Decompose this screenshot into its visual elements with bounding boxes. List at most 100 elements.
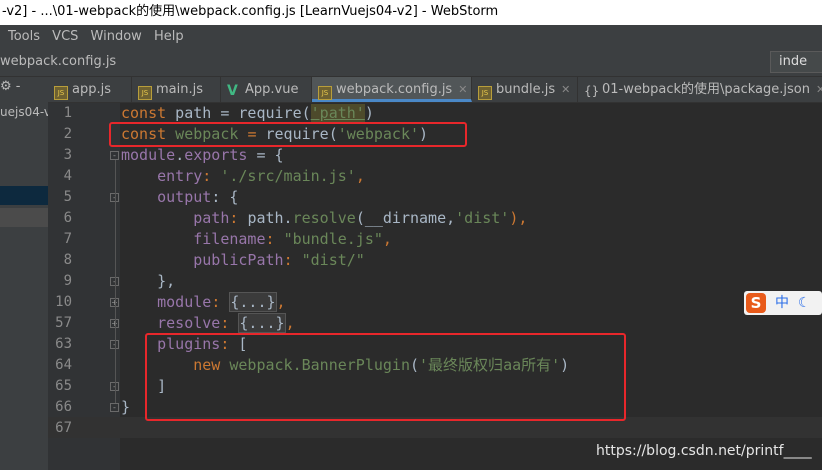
code-line-57[interactable]: resolve: {...}, <box>121 313 822 334</box>
code-token: 'dist' <box>455 209 510 227</box>
line-number: 8 <box>63 252 72 268</box>
code-line-7[interactable]: filename: "bundle.js", <box>121 229 822 250</box>
code-line-6[interactable]: path: path.resolve(__dirname,'dist'), <box>121 208 822 229</box>
run-config-selector[interactable]: inde <box>770 51 822 73</box>
code-token: entry <box>157 167 203 185</box>
code-token: : <box>283 251 302 269</box>
code-token: module <box>157 293 212 311</box>
code-token: resolve <box>157 314 221 332</box>
code-line-8[interactable]: publicPath: "dist/" <box>121 250 822 271</box>
code-token: : { <box>211 188 239 206</box>
code-token: ) <box>364 104 374 122</box>
code-line-67[interactable] <box>121 418 822 439</box>
line-number: 65 <box>55 378 72 394</box>
highlight-box-plugins <box>145 333 626 421</box>
code-line-1[interactable]: const path = require('path') <box>121 103 822 124</box>
js-file-icon: JS <box>138 86 152 100</box>
menu-help[interactable]: Help <box>154 25 184 49</box>
project-tree-label[interactable]: uejs04-v <box>0 105 48 119</box>
code-token: , <box>382 230 392 248</box>
watermark: https://blog.csdn.net/printf____ <box>596 443 812 459</box>
js-file-icon: JS <box>318 86 332 100</box>
code-token: ( <box>301 104 311 122</box>
project-tree-selected-row[interactable] <box>0 186 48 205</box>
tab-package-json[interactable]: {}01-webpack的使用\package.json ✕ <box>578 77 822 102</box>
tab-label: main.js <box>156 82 203 97</box>
code-line-3[interactable]: module.exports = { <box>121 145 822 166</box>
ime-indicator[interactable]: S 中 ☾ <box>744 291 822 315</box>
code-token: = <box>220 104 239 122</box>
fold-marker[interactable]: - <box>110 151 119 160</box>
line-number: 10 <box>55 294 72 310</box>
code-token: : <box>220 314 239 332</box>
code-line-9[interactable]: }, <box>121 271 822 292</box>
tab-webpack-config-js[interactable]: JS webpack.config.js ✕ <box>312 77 472 102</box>
tab-app-vue[interactable]: V App.vue <box>221 77 312 102</box>
line-number: 64 <box>55 357 72 373</box>
folded-region[interactable]: {...} <box>229 292 277 312</box>
window-title: -v2] - ...\01-webpack的使用\webpack.config.… <box>2 4 499 19</box>
menu-window[interactable]: Window <box>91 25 142 49</box>
code-line-4[interactable]: entry: './src/main.js', <box>121 166 822 187</box>
code-token: './src/main.js' <box>220 167 356 185</box>
line-number: 67 <box>55 420 72 436</box>
line-number: 7 <box>63 231 72 247</box>
close-icon[interactable]: ✕ <box>561 83 570 96</box>
code-token: path <box>193 209 230 227</box>
tab-label: webpack.config.js <box>336 82 453 97</box>
moon-icon: ☾ <box>798 295 811 311</box>
vue-file-icon: V <box>227 83 238 99</box>
fold-guide <box>115 160 116 403</box>
js-file-icon: JS <box>54 86 68 100</box>
tab-label: app.js <box>72 82 111 97</box>
code-token: const <box>121 104 167 122</box>
menu-tools[interactable]: Tools <box>8 25 40 49</box>
code-token: . <box>175 146 185 164</box>
code-line-5[interactable]: output: { <box>121 187 822 208</box>
code-token: ), <box>509 209 528 227</box>
run-config-label: inde <box>779 54 808 69</box>
line-number: 57 <box>55 315 72 331</box>
tab-main-js[interactable]: JS main.js <box>132 77 221 102</box>
folded-region[interactable]: {...} <box>238 313 286 333</box>
fold-marker[interactable]: - <box>110 403 119 412</box>
highlight-box-webpack-require <box>109 122 467 147</box>
code-token: path. <box>247 209 293 227</box>
tab-app-js[interactable]: JS app.js <box>48 77 132 102</box>
menu-vcs[interactable]: VCS <box>52 25 78 49</box>
tab-label: bundle.js <box>496 82 556 97</box>
code-token: "bundle.js" <box>283 230 383 248</box>
tab-bundle-js[interactable]: JS bundle.js ✕ <box>472 77 578 102</box>
project-tree-row[interactable] <box>0 208 48 227</box>
code-token: require <box>238 104 302 122</box>
close-icon[interactable]: ✕ <box>816 83 822 96</box>
code-token: module <box>121 146 176 164</box>
tab-label: 01-webpack的使用\package.json <box>602 82 810 97</box>
code-token: } <box>121 398 131 416</box>
line-number: 1 <box>63 105 72 121</box>
window-title-bar: -v2] - ...\01-webpack的使用\webpack.config.… <box>0 0 822 25</box>
line-number: 5 <box>63 189 72 205</box>
breadcrumb-file[interactable]: webpack.config.js <box>0 49 116 75</box>
gear-icon[interactable]: ⚙ - <box>0 79 20 94</box>
sogou-logo-icon: S <box>746 293 766 313</box>
code-token: resolve <box>292 209 356 227</box>
code-token: 'path' <box>310 104 365 122</box>
close-icon[interactable]: ✕ <box>458 83 467 96</box>
line-number: 3 <box>63 147 72 163</box>
code-line-10[interactable]: module: {...}, <box>121 292 822 313</box>
line-number: 63 <box>55 336 72 352</box>
tab-label: App.vue <box>245 82 299 97</box>
line-number: 4 <box>63 168 72 184</box>
code-token: publicPath <box>193 251 284 269</box>
code-token: exports <box>184 146 248 164</box>
navigation-bar: webpack.config.js inde <box>0 49 822 77</box>
code-token: path <box>166 104 221 122</box>
